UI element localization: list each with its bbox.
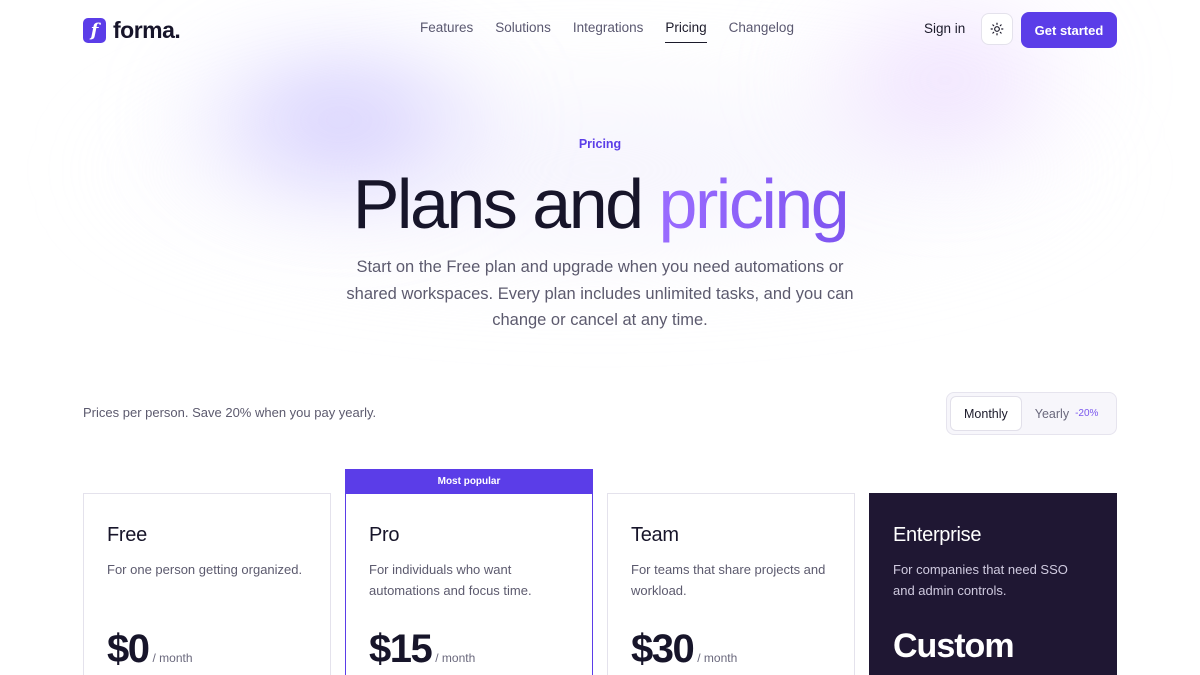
plan-name: Free [107, 524, 147, 546]
section-eyebrow: Pricing [578, 137, 622, 151]
top-navigation: f forma. Features Solutions Integrations… [0, 0, 1200, 60]
plan-price: $30 [631, 627, 695, 671]
plan-period: / month [697, 651, 738, 665]
nav-link-integrations[interactable]: Integrations [573, 20, 644, 43]
plan-period: / month [152, 651, 193, 665]
billing-option-monthly[interactable]: Monthly [950, 396, 1022, 431]
billing-period-toggle: Monthly Yearly -20% [946, 392, 1117, 435]
billing-option-label: Monthly [964, 406, 1008, 421]
nav-link-pricing[interactable]: Pricing [665, 20, 707, 43]
plan-name: Pro [369, 524, 400, 546]
plan-price: Custom [893, 627, 1015, 665]
plan-card-pro: Pro For individuals who want automations… [345, 493, 593, 675]
plan-card-enterprise: Enterprise For companies that need SSO a… [869, 493, 1117, 675]
get-started-button[interactable]: Get started [1021, 12, 1117, 48]
page-title: Plans and pricing [0, 162, 1200, 246]
sun-icon [990, 22, 1004, 36]
theme-toggle-button[interactable] [981, 13, 1013, 45]
price-row: $0 / month [107, 627, 193, 672]
billing-option-yearly[interactable]: Yearly -20% [1022, 396, 1112, 431]
billing-note: Prices per person. Save 20% when you pay… [83, 405, 377, 420]
plan-price: $15 [369, 627, 433, 671]
nav-links: Features Solutions Integrations Pricing … [420, 20, 794, 43]
sign-in-link[interactable]: Sign in [924, 21, 965, 36]
plan-period: / month [435, 651, 476, 665]
nav-link-solutions[interactable]: Solutions [495, 20, 551, 43]
page-subtitle: Start on the Free plan and upgrade when … [346, 258, 854, 329]
plan-price: $0 [107, 627, 150, 671]
billing-option-label: Yearly [1034, 406, 1070, 421]
logo-wordmark: forma. [113, 17, 181, 43]
most-popular-badge: Most popular [345, 469, 593, 494]
plan-name: Enterprise [893, 524, 982, 546]
title-main: Plans and [352, 165, 644, 243]
logo-mark-icon: f [83, 18, 106, 43]
plan-description: For individuals who want automations and… [369, 562, 532, 598]
nav-link-changelog[interactable]: Changelog [729, 20, 794, 43]
nav-link-features[interactable]: Features [420, 20, 473, 43]
plan-description: For one person getting organized. [107, 562, 303, 577]
plan-description: For teams that share projects and worklo… [631, 562, 826, 598]
price-row: Custom [893, 627, 1015, 666]
plan-card-free: Free For one person getting organized. $… [83, 493, 331, 675]
plan-card-team: Team For teams that share projects and w… [607, 493, 855, 675]
plan-name: Team [631, 524, 679, 546]
price-row: $15 / month [369, 627, 475, 672]
discount-badge: -20% [1075, 408, 1099, 419]
plan-description: For companies that need SSO and admin co… [893, 562, 1068, 598]
title-accent: pricing [658, 165, 850, 243]
price-row: $30 / month [631, 627, 737, 672]
logo[interactable]: f forma. [83, 17, 181, 44]
